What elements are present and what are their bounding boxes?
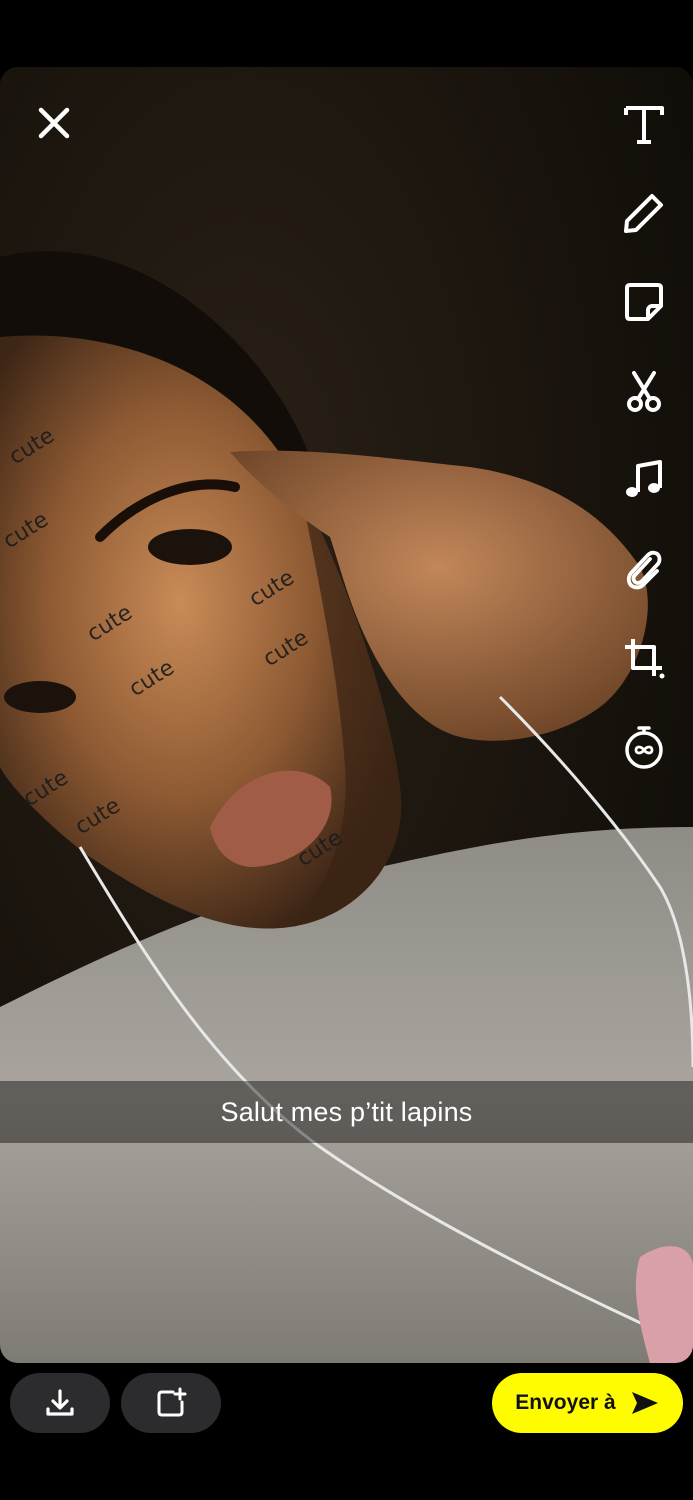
- sticker-tool-button[interactable]: [613, 271, 675, 333]
- crop-icon: [625, 639, 665, 679]
- text-tool-button[interactable]: [613, 93, 675, 155]
- send-to-button[interactable]: Envoyer à: [492, 1373, 683, 1433]
- timer-icon: [625, 726, 663, 769]
- caption-bar[interactable]: Salut mes p’tit lapins: [0, 1081, 693, 1143]
- send-arrow-icon: [631, 1392, 658, 1414]
- close-button[interactable]: [28, 97, 80, 149]
- add-to-story-button[interactable]: [121, 1373, 221, 1433]
- bottom-action-bar: Envoyer à: [0, 1363, 693, 1500]
- pencil-icon: [624, 194, 663, 233]
- snap-preview-screen: cute cute cute cute cute cute cute cute …: [0, 0, 693, 1500]
- draw-tool-button[interactable]: [613, 182, 675, 244]
- edit-toolbar: [613, 93, 675, 805]
- snap-canvas: cute cute cute cute cute cute cute cute …: [0, 67, 693, 1363]
- send-to-label: Envoyer à: [515, 1391, 616, 1414]
- scissors-icon: [627, 371, 661, 412]
- crop-tool-button[interactable]: [613, 627, 675, 689]
- text-icon: [624, 106, 664, 144]
- paperclip-icon: [626, 550, 662, 590]
- download-icon: [46, 1389, 74, 1416]
- close-icon: [38, 107, 70, 139]
- selfie-photo: [0, 67, 693, 1363]
- timer-tool-button[interactable]: [613, 716, 675, 778]
- add-story-icon: [157, 1387, 187, 1417]
- music-icon: [626, 460, 662, 497]
- music-tool-button[interactable]: [613, 449, 675, 511]
- sticker-icon: [625, 283, 663, 321]
- link-tool-button[interactable]: [613, 538, 675, 600]
- caption-text: Salut mes p’tit lapins: [220, 1096, 473, 1127]
- save-button[interactable]: [10, 1373, 110, 1433]
- scissors-tool-button[interactable]: [613, 360, 675, 422]
